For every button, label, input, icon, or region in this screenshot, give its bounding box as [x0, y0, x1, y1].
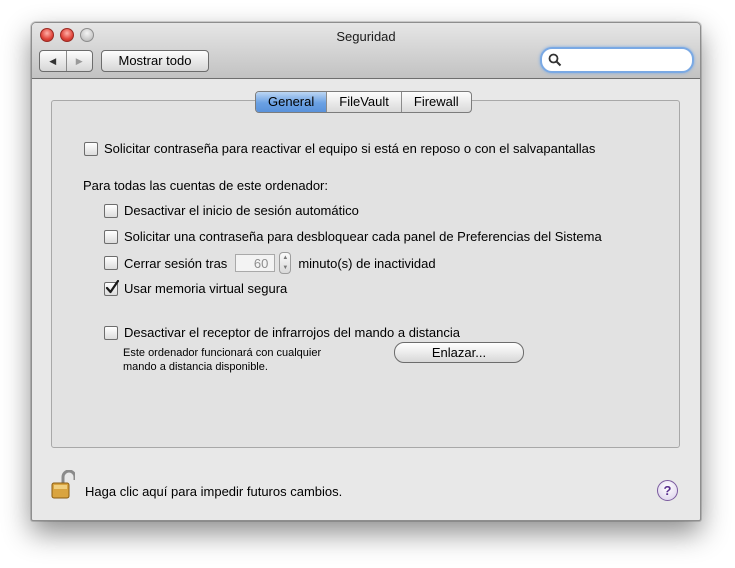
checkmark-icon — [105, 279, 119, 293]
disable-ir-checkbox[interactable] — [104, 325, 118, 340]
window-title: Seguridad — [336, 29, 396, 44]
search-field[interactable] — [540, 47, 694, 73]
stepper-down-icon[interactable]: ▼ — [282, 265, 288, 271]
require-password-checkbox[interactable] — [84, 141, 98, 156]
ir-note: Este ordenador funcionará con cualquier … — [123, 346, 321, 374]
lock-message[interactable]: Haga clic aquí para impedir futuros camb… — [85, 484, 342, 499]
titlebar: Seguridad ◀ ▶ Mostrar todo — [32, 23, 700, 79]
navigation-buttons: ◀ ▶ — [39, 50, 93, 72]
tab-filevault[interactable]: FileVault — [326, 92, 401, 112]
all-accounts-label: Para todas las cuentas de este ordenador… — [83, 178, 328, 193]
logout-option: Cerrar sesión tras 60 ▲ ▼ minuto(s) de i… — [104, 252, 436, 274]
logout-label-after: minuto(s) de inactividad — [298, 255, 436, 271]
preferences-window: Seguridad ◀ ▶ Mostrar todo General FileV… — [31, 22, 701, 521]
disable-autologin-label: Desactivar el inicio de sesión automátic… — [124, 203, 359, 218]
tab-general[interactable]: General — [256, 92, 327, 112]
logout-checkbox[interactable] — [104, 256, 118, 270]
search-icon — [548, 53, 562, 67]
logout-minutes-field[interactable]: 60 — [235, 254, 276, 272]
disable-autologin-option[interactable]: Desactivar el inicio de sesión automátic… — [104, 203, 359, 218]
secure-vm-label: Usar memoria virtual segura — [124, 281, 288, 296]
require-password-panes-checkbox[interactable] — [104, 229, 118, 244]
logout-minutes-stepper[interactable]: ▲ ▼ — [279, 252, 292, 274]
show-all-button[interactable]: Mostrar todo — [101, 50, 209, 72]
forward-button[interactable]: ▶ — [65, 51, 93, 71]
require-password-panes-option[interactable]: Solicitar una contraseña para desbloquea… — [104, 229, 602, 244]
pair-button[interactable]: Enlazar... — [394, 342, 524, 363]
back-button[interactable]: ◀ — [40, 51, 66, 71]
tab-bar: General FileVault Firewall — [255, 91, 472, 113]
logout-label-before: Cerrar sesión tras — [124, 255, 228, 271]
help-button[interactable]: ? — [657, 480, 678, 501]
stepper-up-icon[interactable]: ▲ — [282, 255, 288, 261]
ir-note-line2: mando a distancia disponible. — [123, 361, 268, 373]
secure-vm-checkbox[interactable] — [104, 279, 119, 296]
require-password-panes-label: Solicitar una contraseña para desbloquea… — [124, 229, 602, 244]
tab-firewall[interactable]: Firewall — [400, 92, 471, 112]
disable-autologin-checkbox[interactable] — [104, 203, 118, 218]
lock-icon[interactable] — [51, 470, 75, 500]
disable-ir-label: Desactivar el receptor de infrarrojos de… — [124, 325, 461, 340]
require-password-label: Solicitar contraseña para reactivar el e… — [104, 141, 596, 156]
disable-ir-option[interactable]: Desactivar el receptor de infrarrojos de… — [104, 325, 460, 340]
general-panel: Solicitar contraseña para reactivar el e… — [51, 100, 680, 448]
secure-vm-option[interactable]: Usar memoria virtual segura — [104, 279, 288, 296]
ir-note-line1: Este ordenador funcionará con cualquier — [123, 347, 322, 359]
section-heading: Para todas las cuentas de este ordenador… — [83, 178, 328, 193]
require-password-option[interactable]: Solicitar contraseña para reactivar el e… — [84, 141, 595, 156]
